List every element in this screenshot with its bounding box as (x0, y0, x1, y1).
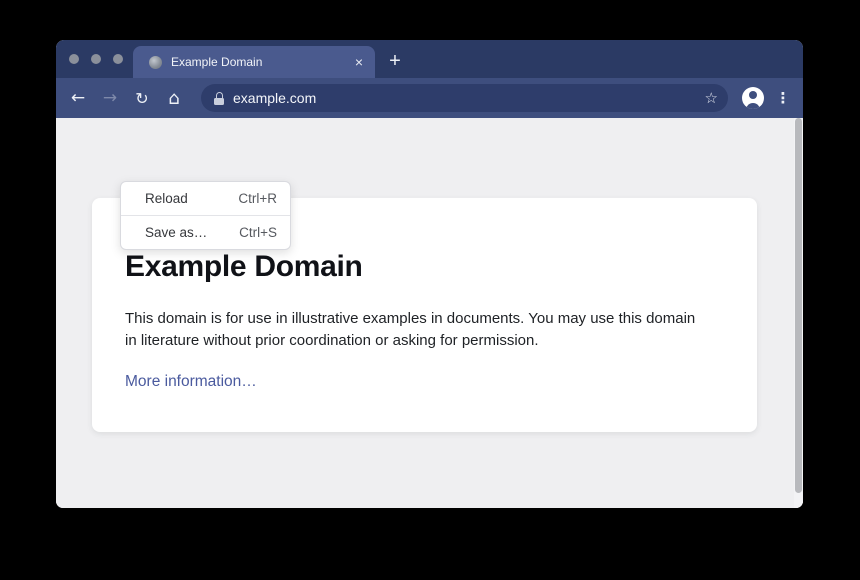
new-tab-button[interactable]: + (383, 50, 407, 74)
tab-title: Example Domain (171, 55, 347, 69)
navigation-bar: ← → ↻ ⌂ example.com ☆ ⋮ (56, 78, 803, 118)
scrollbar-thumb[interactable] (795, 118, 802, 493)
page-paragraph: This domain is for use in illustrative e… (125, 308, 710, 352)
browser-tab[interactable]: Example Domain × (133, 46, 375, 78)
bookmark-star-icon[interactable]: ☆ (705, 89, 718, 107)
menu-item-label: Reload (145, 191, 188, 206)
menu-item-label: Save as… (145, 225, 207, 240)
favicon-globe-icon (149, 56, 162, 69)
window-controls (69, 54, 123, 64)
overflow-menu-icon[interactable]: ⋮ (775, 89, 791, 107)
minimize-window-button[interactable] (91, 54, 101, 64)
back-icon[interactable]: ← (65, 85, 91, 111)
more-information-link[interactable]: More information… (125, 373, 257, 391)
reload-icon[interactable]: ↻ (129, 85, 155, 111)
tab-close-icon[interactable]: × (355, 55, 363, 69)
menu-item-shortcut: Ctrl+S (239, 225, 277, 240)
context-menu-item-reload[interactable]: Reload Ctrl+R (121, 182, 290, 215)
page-title: Example Domain (125, 250, 717, 284)
close-window-button[interactable] (69, 54, 79, 64)
home-icon[interactable]: ⌂ (161, 85, 187, 111)
url-text: example.com (233, 90, 705, 106)
zoom-window-button[interactable] (113, 54, 123, 64)
browser-window: Example Domain × + ← → ↻ ⌂ example.com ☆… (56, 40, 803, 508)
profile-avatar-icon[interactable] (742, 87, 764, 109)
title-bar: Example Domain × + (56, 40, 803, 78)
page-content-area: Example Domain This domain is for use in… (56, 118, 803, 508)
context-menu-item-save-as[interactable]: Save as… Ctrl+S (121, 216, 290, 249)
forward-icon[interactable]: → (97, 85, 123, 111)
address-bar[interactable]: example.com ☆ (201, 84, 728, 112)
context-menu: Reload Ctrl+R Save as… Ctrl+S (120, 181, 291, 250)
lock-icon[interactable] (214, 92, 224, 105)
menu-item-shortcut: Ctrl+R (238, 191, 277, 206)
